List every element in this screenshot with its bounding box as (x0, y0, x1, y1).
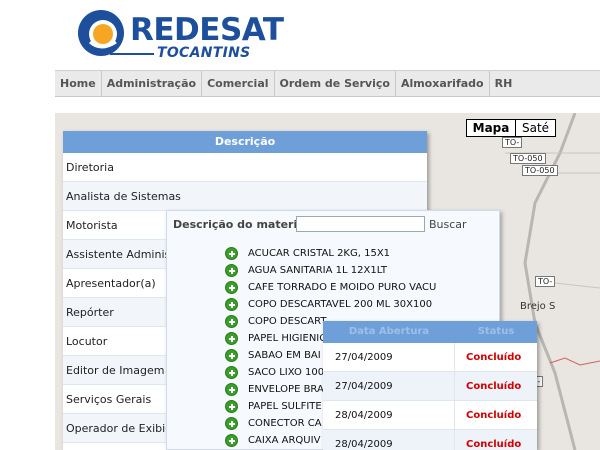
main-navigation: Home Administração Comercial Ordem de Se… (55, 70, 600, 97)
status-cell: Concluído (466, 352, 522, 363)
header: REDESAT TOCANTINS (0, 0, 600, 70)
nav-rh[interactable]: RH (490, 71, 518, 96)
brand-underline (110, 53, 154, 55)
add-icon[interactable] (225, 315, 238, 328)
add-icon[interactable] (225, 332, 238, 345)
material-name: COPO DESCARTAVEL 200 ML 30X100 (248, 299, 433, 310)
satellite-type-button[interactable]: Saté (516, 119, 556, 137)
list-item: ACUCAR CRISTAL 2KG, 15X1 (225, 245, 436, 262)
material-name: AGUA SANITARIA 1L 12X1LT (248, 265, 387, 276)
material-name: COPO DESCART (248, 316, 327, 327)
add-icon[interactable] (225, 417, 238, 430)
nav-comercial[interactable]: Comercial (202, 71, 275, 96)
table-row[interactable]: 28/04/2009 Concluído (323, 430, 537, 450)
descricao-row[interactable]: Analista de Sistemas (63, 182, 427, 211)
descricao-header: Descrição (63, 131, 427, 153)
add-icon[interactable] (225, 298, 238, 311)
map-type-button[interactable]: Mapa (466, 119, 516, 137)
material-name: SACO LIXO 100 (248, 367, 325, 378)
material-name: PAPEL SULFITE (248, 401, 322, 412)
status-cell: Concluído (466, 381, 522, 392)
material-name: ACUCAR CRISTAL 2KG, 15X1 (248, 248, 391, 259)
redesat-logo-icon (78, 10, 124, 56)
road-label: TO- (502, 137, 523, 148)
material-name: CAIXA ARQUIV (248, 435, 321, 446)
add-icon[interactable] (225, 366, 238, 379)
status-cell: Concluído (466, 439, 522, 450)
material-name: CAFE TORRADO E MOIDO PURO VACU (248, 282, 437, 293)
date-cell: 27/04/2009 (323, 343, 455, 371)
list-item: COPO DESCARTAVEL 200 ML 30X100 (225, 296, 436, 313)
material-search-input[interactable] (296, 216, 425, 232)
nav-administracao[interactable]: Administração (102, 71, 203, 96)
date-cell: 27/04/2009 (323, 372, 455, 400)
table-row[interactable]: 28/04/2009 Concluído (323, 401, 537, 430)
list-item: AGUA SANITARIA 1L 12X1LT (225, 262, 436, 279)
table-row[interactable]: 27/04/2009 Concluído (323, 343, 537, 372)
material-search-label: Descrição do material (173, 218, 309, 231)
ordens-header: Data Abertura Status (323, 321, 537, 343)
material-name: ENVELOPE BRA (248, 384, 324, 395)
material-name: SABAO EM BAI (248, 350, 321, 361)
material-name: PAPEL HIGIENIC (248, 333, 327, 344)
add-icon[interactable] (225, 264, 238, 277)
list-item: CAFE TORRADO E MOIDO PURO VACU (225, 279, 436, 296)
add-icon[interactable] (225, 349, 238, 362)
date-cell: 28/04/2009 (323, 430, 455, 450)
date-cell: 28/04/2009 (323, 401, 455, 429)
material-name: CONECTOR CA (248, 418, 322, 429)
ordens-panel: Data Abertura Status 27/04/2009 Concluíd… (323, 321, 537, 450)
table-row[interactable]: 27/04/2009 Concluído (323, 372, 537, 401)
descricao-row[interactable]: Diretoria (63, 153, 427, 182)
add-icon[interactable] (225, 247, 238, 260)
search-button[interactable]: Buscar (429, 218, 467, 231)
column-header-data-abertura[interactable]: Data Abertura (323, 321, 455, 343)
road-label: TO- (535, 276, 556, 287)
add-icon[interactable] (225, 400, 238, 413)
nav-home[interactable]: Home (55, 71, 102, 96)
nav-almoxarifado[interactable]: Almoxarifado (396, 71, 490, 96)
road-label: TO-050 (510, 153, 546, 164)
add-icon[interactable] (225, 281, 238, 294)
nav-ordem-de-servico[interactable]: Ordem de Serviço (275, 71, 396, 96)
add-icon[interactable] (225, 383, 238, 396)
brand-subtitle: TOCANTINS (157, 45, 251, 61)
brand-name: REDESAT (130, 12, 284, 48)
status-cell: Concluído (466, 410, 522, 421)
column-header-status[interactable]: Status (455, 321, 537, 343)
road-label: TO-050 (522, 165, 558, 176)
add-icon[interactable] (225, 434, 238, 447)
place-label: Brejo S (520, 301, 556, 312)
